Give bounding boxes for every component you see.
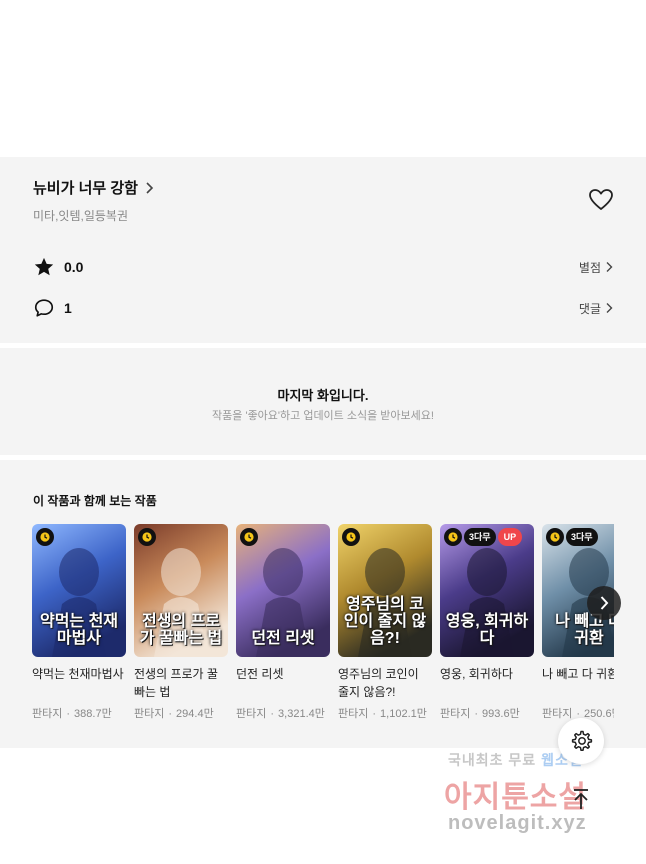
series-title: 뉴비가 너무 강함 bbox=[33, 180, 138, 197]
cover-title-art: 영주님의 코인이 줄지 않음?! bbox=[343, 596, 427, 647]
last-episode-subtitle: 작품을 '좋아요'하고 업데이트 소식을 받아보세요! bbox=[212, 410, 434, 422]
recommendations-heading: 이 작품과 함께 보는 작품 bbox=[33, 494, 157, 508]
recommendation-title: 나 빼고 다 귀환자 bbox=[542, 667, 614, 681]
settings-button[interactable] bbox=[558, 718, 604, 764]
rating-link[interactable]: 별점 bbox=[579, 259, 613, 276]
recommendation-views: 3,321.4만 bbox=[278, 708, 325, 720]
recommendation-title: 영웅, 회귀하다 bbox=[440, 667, 513, 681]
cover-badges bbox=[342, 528, 360, 546]
free-badge: 3다무 bbox=[464, 528, 496, 546]
recommendation-cover: 약먹는 천재마법사 bbox=[32, 524, 126, 657]
up-badge: UP bbox=[497, 528, 523, 546]
recommendations-carousel[interactable]: 약먹는 천재마법사 약먹는 천재마법사 판타지 · 388.7만 전생의 프로가 꿀빠는 … bbox=[32, 524, 614, 724]
recommendation-card[interactable]: 3다무나 빼고 다 귀환나 빼고 다 귀환자판타지·250.6만 bbox=[542, 524, 614, 721]
recommendation-title: 약먹는 천재마법사 bbox=[32, 667, 124, 681]
rating-row: 0.0 별점 bbox=[33, 255, 613, 279]
recommendation-card[interactable]: 약먹는 천재마법사 약먹는 천재마법사 판타지 · 388.7만 bbox=[32, 524, 126, 721]
gear-icon bbox=[571, 730, 593, 752]
speech-bubble-icon bbox=[34, 299, 54, 317]
meta-separator: · bbox=[66, 708, 71, 720]
recommendation-card[interactable]: 던전 리셋 던전 리셋 판타지 · 3,321.4만 bbox=[236, 524, 330, 721]
recommendations-section: 이 작품과 함께 보는 작품 약먹는 천재마법사 약먹는 천재마법사 판타지 · 388… bbox=[0, 460, 646, 748]
recommendation-card[interactable]: 전생의 프로가 꿀빠는 법 전생의 프로가 꿀빠는 법 판타지 · 294.4만 bbox=[134, 524, 228, 721]
cover-badges bbox=[138, 528, 156, 546]
recommendation-title: 전생의 프로가 꿀빠는 법 bbox=[134, 667, 218, 699]
comment-link[interactable]: 댓글 bbox=[579, 300, 613, 317]
scroll-top-button[interactable] bbox=[558, 776, 604, 822]
recommendation-meta: 판타지 · 3,321.4만 bbox=[236, 705, 330, 721]
comment-link-label: 댓글 bbox=[578, 301, 601, 316]
comment-count: 1 bbox=[64, 300, 72, 316]
meta-separator: · bbox=[372, 708, 377, 720]
recommendation-card[interactable]: 영주님의 코인이 줄지 않음?! 영주님의 코인이 줄지 않음?! 판타지 · 1,10… bbox=[338, 524, 432, 721]
chevron-right-icon bbox=[606, 303, 613, 313]
chevron-right-icon bbox=[146, 181, 154, 194]
meta-separator: · bbox=[168, 708, 173, 720]
rating-value: 0.0 bbox=[64, 259, 84, 275]
recommendation-meta: 판타지 · 993.6만 bbox=[440, 705, 534, 721]
recommendation-genre: 판타지 bbox=[338, 708, 369, 720]
recommendation-genre: 판타지 bbox=[134, 708, 165, 720]
meta-separator: · bbox=[270, 708, 275, 720]
clock-icon bbox=[444, 528, 462, 546]
recommendation-genre: 판타지 bbox=[440, 708, 471, 720]
chevron-right-icon bbox=[606, 262, 613, 272]
heart-icon[interactable] bbox=[588, 187, 614, 213]
recommendation-title: 영주님의 코인이 줄지 않음?! bbox=[338, 667, 419, 699]
series-title-link[interactable]: 뉴비가 너무 강함 bbox=[33, 177, 154, 198]
recommendation-title: 던전 리셋 bbox=[236, 667, 284, 681]
arrow-up-icon bbox=[574, 789, 588, 809]
viewer-end-page: 뉴비가 너무 강함 미타,잇템,일등복권 0.0 별점 1 댓글 마지막 화입니… bbox=[0, 0, 646, 864]
clock-icon bbox=[36, 528, 54, 546]
comment-row: 1 댓글 bbox=[33, 296, 613, 320]
recommendation-cover: 던전 리셋 bbox=[236, 524, 330, 657]
clock-icon bbox=[342, 528, 360, 546]
recommendation-cover: 3다무 UP 영웅, 회귀하다 bbox=[440, 524, 534, 657]
clock-icon bbox=[240, 528, 258, 546]
recommendation-meta: 판타지 · 388.7만 bbox=[32, 705, 126, 721]
recommendation-views: 388.7만 bbox=[74, 708, 112, 720]
recommendation-genre: 판타지 bbox=[32, 708, 63, 720]
carousel-next-button[interactable] bbox=[587, 586, 621, 620]
last-episode-title: 마지막 화입니다. bbox=[277, 388, 369, 403]
cover-title-art: 전생의 프로가 꿀빠는 법 bbox=[139, 613, 223, 647]
watermark: 국내최초 무료 웹소설 아지툰소설 novelagit.xyz bbox=[440, 750, 640, 850]
cover-badges bbox=[240, 528, 258, 546]
cover-badges: 3다무 bbox=[546, 528, 598, 546]
rating-link-label: 별점 bbox=[578, 260, 601, 275]
last-episode-notice: 마지막 화입니다. 작품을 '좋아요'하고 업데이트 소식을 받아보세요! bbox=[0, 348, 646, 455]
recommendation-views: 1,102.1만 bbox=[380, 708, 427, 720]
series-genres: 미타,잇템,일등복권 bbox=[33, 209, 128, 223]
recommendation-card[interactable]: 3다무 UP 영웅, 회귀하다 영웅, 회귀하다 판타지 · 993.6만 bbox=[440, 524, 534, 721]
chevron-right-icon bbox=[600, 596, 609, 610]
cover-title-art: 던전 리셋 bbox=[251, 630, 315, 647]
clock-icon bbox=[546, 528, 564, 546]
recommendation-genre: 판타지 bbox=[542, 708, 573, 720]
series-info-panel: 뉴비가 너무 강함 미타,잇템,일등복권 0.0 별점 1 댓글 bbox=[0, 157, 646, 343]
recommendation-views: 993.6만 bbox=[482, 708, 520, 720]
recommendation-meta: 판타지 · 1,102.1만 bbox=[338, 705, 432, 721]
cover-badges bbox=[36, 528, 54, 546]
watermark-line1-a: 국내최초 무료 bbox=[448, 752, 537, 768]
recommendation-cover: 영주님의 코인이 줄지 않음?! bbox=[338, 524, 432, 657]
clock-icon bbox=[138, 528, 156, 546]
cover-title-art: 약먹는 천재마법사 bbox=[39, 613, 119, 647]
recommendation-cover: 전생의 프로가 꿀빠는 법 bbox=[134, 524, 228, 657]
free-badge: 3다무 bbox=[566, 528, 598, 546]
recommendation-genre: 판타지 bbox=[236, 708, 267, 720]
cover-title-art: 영웅, 회귀하다 bbox=[445, 613, 529, 647]
recommendation-views: 250.6만 bbox=[584, 708, 614, 720]
recommendation-meta: 판타지 · 294.4만 bbox=[134, 705, 228, 721]
meta-separator: · bbox=[474, 708, 479, 720]
star-icon bbox=[34, 257, 54, 276]
cover-badges: 3다무 UP bbox=[444, 528, 523, 546]
recommendation-views: 294.4만 bbox=[176, 708, 214, 720]
